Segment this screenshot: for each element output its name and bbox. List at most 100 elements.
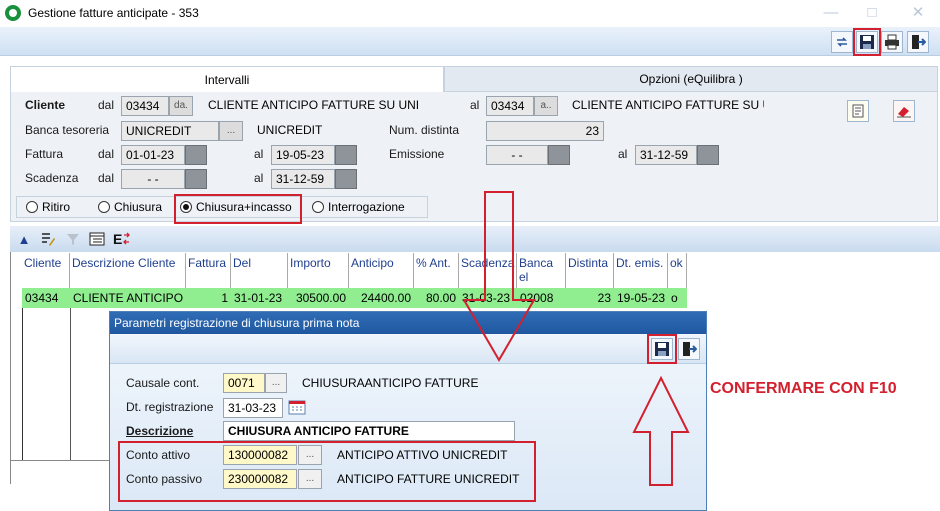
cliente-al-label: al — [470, 98, 480, 112]
col-header-distinta[interactable]: Distinta — [566, 253, 614, 289]
dialog-title: Parametri registrazione di chiusura prim… — [110, 312, 706, 334]
emissione-al-input[interactable]: 31-12-59 — [635, 145, 697, 165]
radio-circle-icon — [98, 201, 110, 213]
scadenza-dal-label: dal — [98, 171, 115, 185]
col-header-cliente[interactable]: Cliente — [22, 253, 70, 289]
radio-ritiro-label: Ritiro — [42, 200, 71, 214]
banca-label: Banca tesoreria — [25, 123, 110, 137]
cell-perc-ant: 80.00 — [425, 291, 456, 305]
maximize-button[interactable]: □ — [852, 2, 892, 24]
grid-col-line — [70, 308, 71, 460]
emissione-label: Emissione — [389, 147, 445, 161]
confirm-annotation: CONFERMARE CON F10 — [710, 380, 897, 397]
scadenza-al-input[interactable]: 31-12-59 — [271, 169, 335, 189]
causale-name: CHIUSURAANTICIPO FATTURE — [302, 376, 479, 390]
print-icon[interactable] — [881, 31, 903, 53]
radio-interrogazione-label: Interrogazione — [328, 200, 405, 214]
columns-icon[interactable] — [87, 229, 107, 249]
fattura-dal-calendar-icon[interactable] — [185, 145, 207, 165]
cell-fattura: 1 — [221, 291, 228, 305]
calendar-icon[interactable] — [286, 397, 308, 417]
up-arrow-annotation — [632, 375, 690, 486]
col-header-del[interactable]: Del — [231, 253, 288, 289]
save-highlight-box — [853, 28, 881, 56]
exit-icon[interactable] — [907, 31, 929, 53]
emissione-dal-input[interactable]: - - — [486, 145, 548, 165]
tab-intervalli[interactable]: Intervalli — [10, 66, 444, 92]
descrizione-input[interactable]: CHIUSURA ANTICIPO FATTURE — [223, 421, 515, 441]
notes-icon[interactable] — [847, 100, 869, 122]
cell-descrizione: CLIENTE ANTICIPO F — [73, 291, 186, 305]
cliente-al-lookup-button[interactable]: a.. — [534, 96, 558, 116]
window-title: Gestione fatture anticipate - 353 — [28, 6, 199, 20]
cliente-dal-lookup-button[interactable]: da. — [169, 96, 193, 116]
filter-icon[interactable] — [63, 229, 83, 249]
causale-lookup-button[interactable]: ... — [265, 373, 287, 393]
emissione-dal-calendar-icon[interactable] — [548, 145, 570, 165]
app-logo-icon — [5, 5, 21, 21]
num-distinta-input[interactable]: 23 — [486, 121, 604, 141]
minimize-button[interactable]: — — [811, 2, 851, 24]
scadenza-al-calendar-icon[interactable] — [335, 169, 357, 189]
fattura-al-calendar-icon[interactable] — [335, 145, 357, 165]
col-header-importo[interactable]: Importo — [288, 253, 349, 289]
cell-dt-emis: 19-05-23 — [617, 291, 666, 305]
fattura-dal-label: dal — [98, 147, 115, 161]
radio-chiusura[interactable]: Chiusura — [98, 200, 162, 214]
scadenza-dal-calendar-icon[interactable] — [185, 169, 207, 189]
radio-circle-icon — [26, 201, 38, 213]
cliente-dal-label: dal — [98, 98, 115, 112]
cliente-al-name: CLIENTE ANTICIPO FATTURE SU U — [572, 98, 764, 112]
radio-chiusura-label: Chiusura — [114, 200, 163, 214]
banca-input[interactable]: UNICREDIT — [121, 121, 219, 141]
col-header-perc-ant[interactable]: % Ant. — [414, 253, 459, 289]
col-header-ok[interactable]: ok — [668, 253, 687, 289]
scadenza-al-label: al — [254, 171, 264, 185]
col-header-fattura[interactable]: Fattura — [186, 253, 231, 289]
scadenza-label: Scadenza — [25, 171, 79, 185]
num-distinta-label: Num. distinta — [389, 123, 460, 137]
down-arrow-annotation — [462, 191, 536, 362]
scadenza-dal-input[interactable]: - - — [121, 169, 185, 189]
close-button[interactable]: ✕ — [898, 2, 938, 24]
cliente-dal-input[interactable]: 03434 — [121, 96, 169, 116]
descrizione-label: Descrizione — [126, 424, 194, 438]
radio-interrogazione[interactable]: Interrogazione — [312, 200, 405, 214]
cell-cliente: 03434 — [25, 291, 59, 305]
dialog-exit-icon[interactable] — [678, 338, 700, 360]
emissione-al-label: al — [618, 147, 628, 161]
fattura-al-input[interactable]: 19-05-23 — [271, 145, 335, 165]
cell-anticipo: 24400.00 — [360, 291, 411, 305]
data-reg-input[interactable]: 31-03-23 — [223, 398, 283, 418]
cliente-label: Cliente — [25, 98, 66, 112]
cell-importo: 30500.00 — [295, 291, 346, 305]
conti-highlight-box — [118, 441, 536, 502]
cliente-al-input[interactable]: 03434 — [486, 96, 534, 116]
fattura-al-label: al — [254, 147, 264, 161]
sort-up-icon[interactable]: ▲ — [14, 229, 34, 249]
dialog-toolbar — [110, 334, 706, 364]
fattura-label: Fattura — [25, 147, 64, 161]
radio-highlight-box — [174, 194, 302, 224]
fattura-dal-input[interactable]: 01-01-23 — [121, 145, 185, 165]
refresh-icon[interactable] — [831, 31, 853, 53]
data-reg-label: Dt. registrazione — [126, 400, 214, 414]
cliente-dal-name: CLIENTE ANTICIPO FATTURE SU UNI — [208, 98, 418, 112]
export-excel-icon[interactable]: E — [112, 229, 132, 249]
tab-opzioni[interactable]: Opzioni (eQuilibra ) — [444, 66, 938, 92]
cell-del: 31-01-23 — [234, 291, 283, 305]
radio-circle-icon — [312, 201, 324, 213]
emissione-al-calendar-icon[interactable] — [697, 145, 719, 165]
col-header-anticipo[interactable]: Anticipo — [349, 253, 414, 289]
banca-lookup-button[interactable]: ... — [219, 121, 243, 141]
grid-bottom-line — [10, 460, 110, 461]
causale-input[interactable]: 0071 — [223, 373, 265, 393]
causale-label: Causale cont. — [126, 376, 200, 390]
main-toolbar — [0, 27, 940, 56]
svg-text:E: E — [113, 231, 122, 247]
col-header-descrizione[interactable]: Descrizione Cliente — [70, 253, 186, 289]
edit-list-icon[interactable] — [38, 229, 58, 249]
erase-icon[interactable] — [893, 100, 915, 122]
radio-ritiro[interactable]: Ritiro — [26, 200, 70, 214]
col-header-dt-emis[interactable]: Dt. emis. — [614, 253, 668, 289]
